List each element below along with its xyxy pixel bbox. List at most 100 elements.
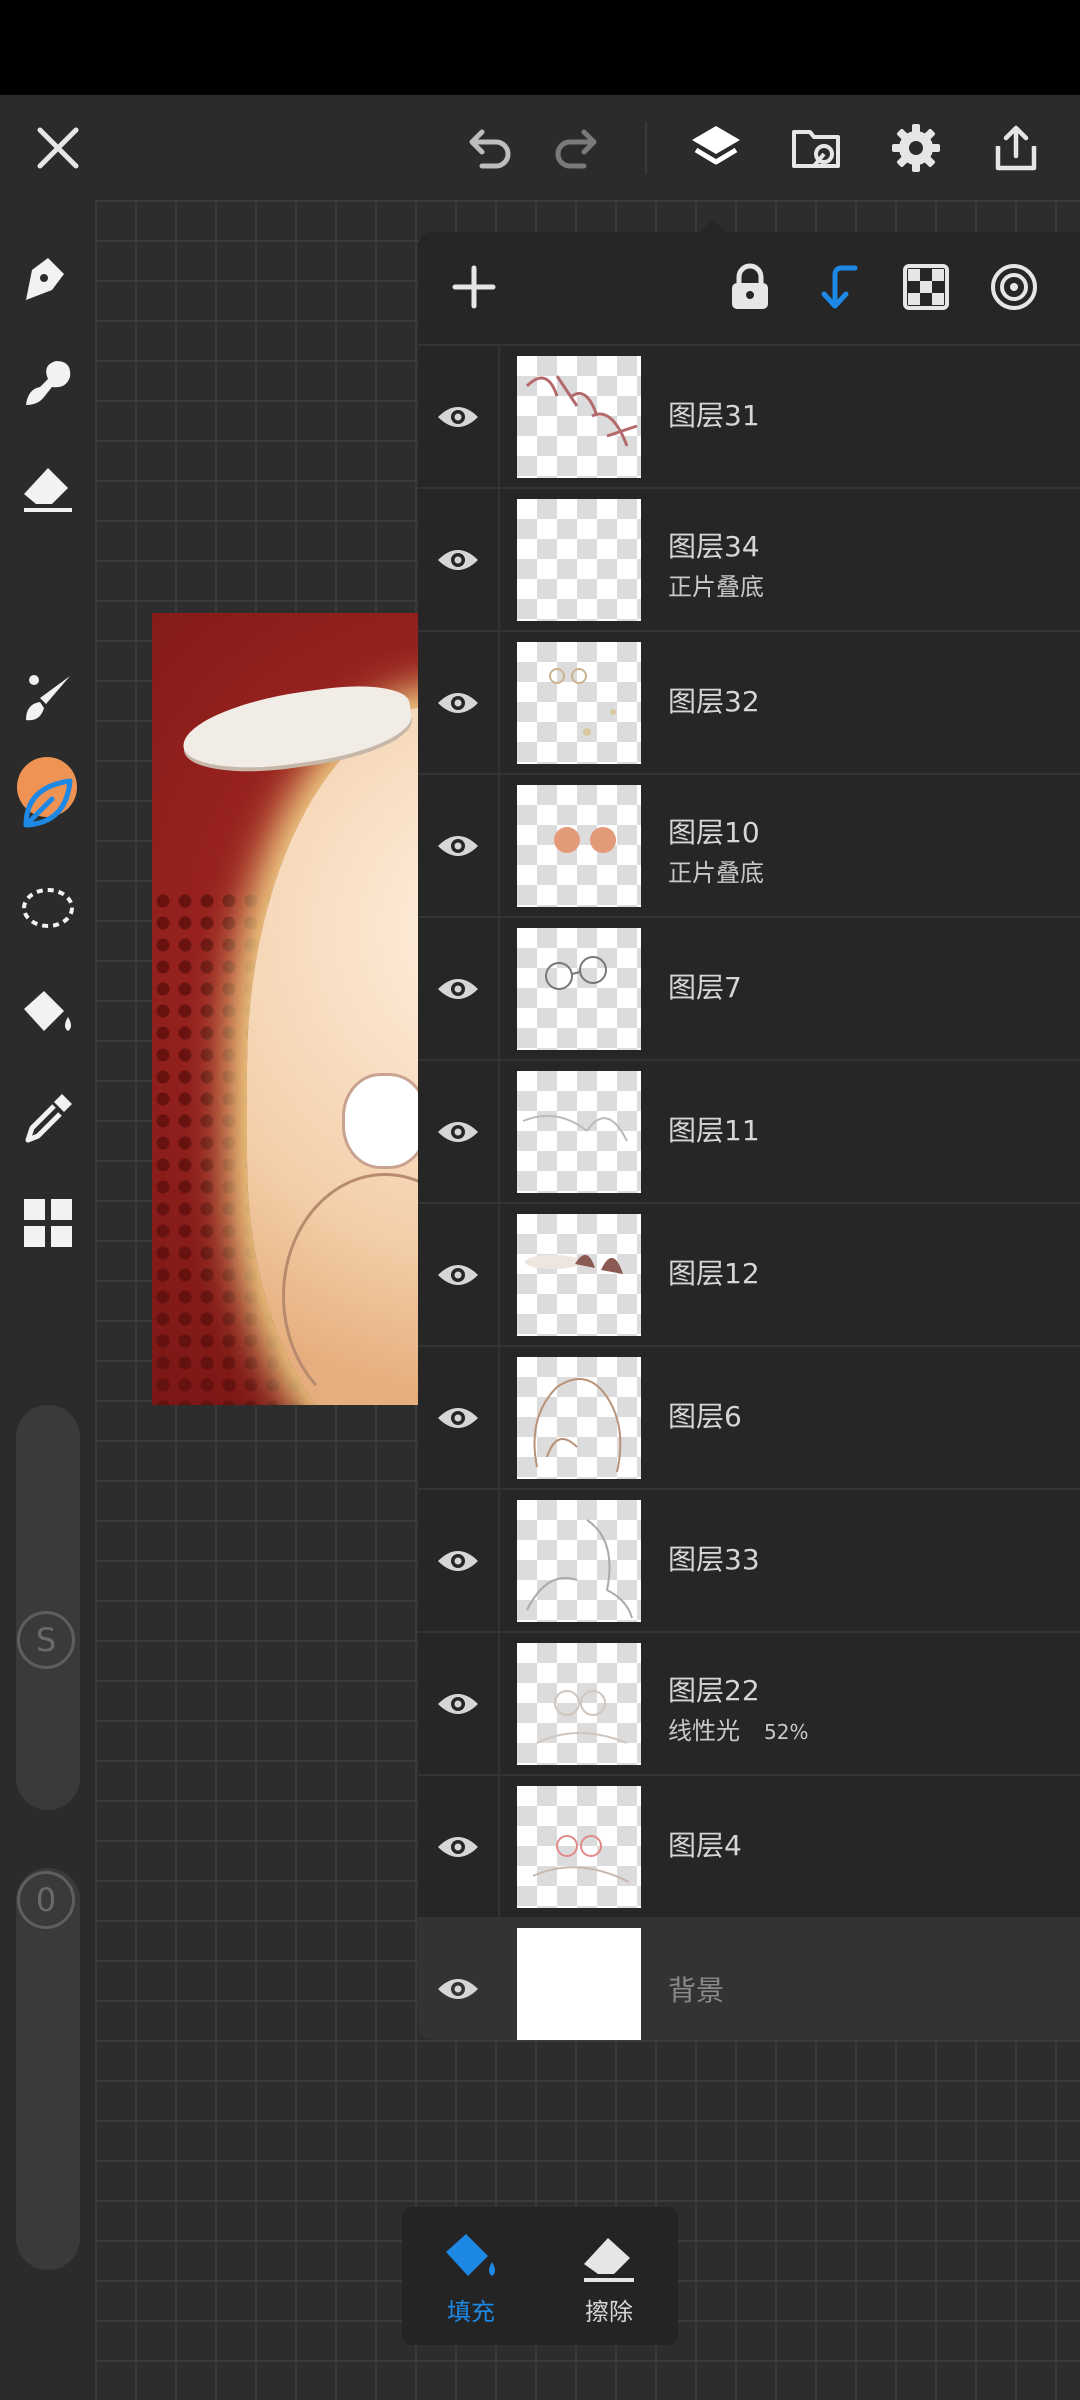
eyedropper-icon (25, 1094, 72, 1143)
eye-icon (438, 1693, 478, 1714)
visibility-toggle[interactable] (418, 775, 500, 916)
layer-row[interactable]: 图层12 (418, 1204, 1080, 1347)
layer-name: 图层12 (668, 1257, 760, 1290)
eye-icon (438, 549, 478, 570)
clip-layer-button[interactable] (803, 252, 873, 322)
layer-thumbnail (517, 499, 641, 621)
layer-name: 图层31 (668, 399, 760, 432)
layer-thumbnail (517, 1071, 641, 1193)
brush-size-knob[interactable]: S (17, 1611, 75, 1669)
layer-row[interactable]: 图层31 (418, 346, 1080, 489)
add-layer-icon (452, 265, 496, 309)
open-file-button[interactable] (776, 95, 856, 200)
layer-name: 图层11 (668, 1114, 760, 1147)
settings-icon (892, 123, 940, 172)
layer-thumbnail (517, 1643, 641, 1765)
layer-thumbnail (517, 356, 641, 478)
open-file-icon (792, 129, 840, 168)
brush-tool[interactable] (12, 662, 84, 734)
layer-row[interactable]: 图层7 (418, 918, 1080, 1061)
visibility-toggle[interactable] (418, 1061, 500, 1202)
undo-icon (469, 129, 511, 168)
fill-tool[interactable] (12, 977, 84, 1049)
layer-row[interactable]: 图层11 (418, 1061, 1080, 1204)
visibility-toggle[interactable] (418, 489, 500, 630)
fill-bucket-icon (24, 991, 71, 1031)
reference-icon (991, 264, 1037, 310)
fill-button[interactable]: 填充 (402, 2207, 540, 2345)
visibility-toggle[interactable] (418, 1204, 500, 1345)
layer-name: 图层33 (668, 1543, 760, 1576)
undo-button[interactable] (448, 95, 528, 200)
eye-icon (438, 1550, 478, 1571)
layer-row[interactable]: 图层4 (418, 1776, 1080, 1919)
alpha-lock-icon (903, 264, 949, 310)
eye-icon (438, 1836, 478, 1857)
brush-opacity-knob[interactable]: 0 (17, 1871, 75, 1929)
eraser-tool[interactable] (12, 452, 84, 524)
pen-tool[interactable] (12, 242, 84, 314)
grid-tool[interactable] (12, 1187, 84, 1259)
top-toolbar (0, 95, 1080, 200)
leaf-brush-tool[interactable] (12, 767, 84, 839)
lock-layer-button[interactable] (715, 252, 785, 322)
visibility-toggle[interactable] (418, 1633, 500, 1774)
visibility-toggle[interactable] (418, 346, 500, 487)
visibility-toggle[interactable] (418, 1919, 500, 2040)
layer-row[interactable]: 图层34 正片叠底 (418, 489, 1080, 632)
brush-size-slider[interactable] (16, 1405, 80, 1810)
layer-row[interactable]: 图层22 线性光 52% (418, 1633, 1080, 1776)
close-button[interactable] (18, 95, 98, 200)
clip-icon (821, 265, 858, 309)
toolbar-separator (645, 122, 647, 174)
layer-thumbnail (517, 1786, 641, 1908)
layers-panel: 图层31 图层34 正片叠底 图层32 图层10 正片叠底 图层7 图层11 图… (418, 232, 1080, 2040)
layer-thumbnail (517, 1500, 641, 1622)
eye-icon (438, 1979, 478, 1999)
close-icon (37, 127, 79, 168)
layer-name: 图层6 (668, 1400, 742, 1433)
share-button[interactable] (976, 95, 1056, 200)
layer-blend-mode: 正片叠底 (668, 859, 764, 887)
alpha-lock-button[interactable] (891, 252, 961, 322)
add-layer-button[interactable] (439, 252, 509, 322)
status-bar (0, 0, 1080, 95)
eye-icon (438, 1264, 478, 1285)
fill-label: 填充 (447, 2297, 495, 2326)
eyedropper-tool[interactable] (12, 1082, 84, 1154)
layer-thumbnail (517, 1928, 641, 2040)
fill-bucket-icon (446, 2233, 495, 2276)
visibility-toggle[interactable] (418, 632, 500, 773)
layer-row[interactable]: 图层33 (418, 1490, 1080, 1633)
redo-button[interactable] (538, 95, 618, 200)
layer-thumbnail (517, 642, 641, 764)
layer-thumbnail (517, 785, 641, 907)
settings-button[interactable] (876, 95, 956, 200)
visibility-toggle[interactable] (418, 918, 500, 1059)
layer-thumbnail (517, 1214, 641, 1336)
reference-layer-button[interactable] (979, 252, 1049, 322)
layer-name: 图层34 (668, 530, 760, 563)
eraser-icon (24, 468, 72, 512)
grid-icon (24, 1199, 72, 1247)
layer-row[interactable]: 图层32 (418, 632, 1080, 775)
layer-row[interactable]: 图层6 (418, 1347, 1080, 1490)
erase-button[interactable]: 擦除 (540, 2207, 678, 2345)
layer-blend-mode: 线性光 52% (668, 1711, 808, 1746)
smudge-icon (26, 361, 71, 405)
visibility-toggle[interactable] (418, 1347, 500, 1488)
smudge-tool[interactable] (12, 347, 84, 419)
layer-blend-mode: 正片叠底 (668, 573, 764, 601)
lasso-tool[interactable] (12, 872, 84, 944)
layer-row[interactable]: 图层10 正片叠底 (418, 775, 1080, 918)
lock-icon (732, 263, 768, 309)
visibility-toggle[interactable] (418, 1776, 500, 1917)
layer-thumbnail (517, 928, 641, 1050)
layer-row-selected[interactable]: 背景 (418, 1919, 1080, 2040)
visibility-toggle[interactable] (418, 1490, 500, 1631)
eye-icon (438, 835, 478, 856)
layer-list: 图层31 图层34 正片叠底 图层32 图层10 正片叠底 图层7 图层11 图… (418, 346, 1080, 2040)
layers-button[interactable] (676, 95, 756, 200)
layer-blend-label: 线性光 (668, 1717, 740, 1745)
app-root: S 0 图层31 图层34 正片叠底 图层32 图层10 正片叠底 图层7 图层… (0, 0, 1080, 2400)
